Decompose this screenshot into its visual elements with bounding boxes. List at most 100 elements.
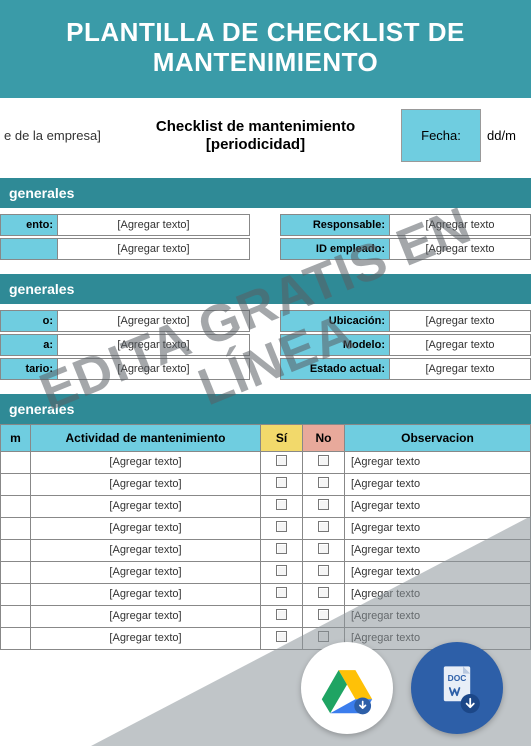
cell-si[interactable] [261,627,303,649]
cell-activity[interactable]: [Agregar texto] [31,495,261,517]
checkbox-icon[interactable] [276,477,287,488]
cell-no[interactable] [303,473,345,495]
cell-activity[interactable]: [Agregar texto] [31,627,261,649]
cell-no[interactable] [303,583,345,605]
cell-activity[interactable]: [Agregar texto] [31,451,261,473]
drive-icon [319,660,375,716]
cell-obs[interactable]: [Agregar texto [345,517,531,539]
checkbox-icon[interactable] [318,587,329,598]
field-label: a: [0,334,58,356]
checkbox-icon[interactable] [318,455,329,466]
cell-si[interactable] [261,473,303,495]
field-row: Estado actual: [Agregar texto [280,358,531,380]
cell-activity[interactable]: [Agregar texto] [31,583,261,605]
cell-item [1,539,31,561]
cell-activity[interactable]: [Agregar texto] [31,539,261,561]
doc-icon: DOC [427,658,487,718]
cell-item [1,495,31,517]
field-label: Responsable: [280,214,390,236]
field-label: tario: [0,358,58,380]
cell-si[interactable] [261,583,303,605]
checklist-table: m Actividad de mantenimiento Sí No Obser… [0,424,531,650]
cell-no[interactable] [303,605,345,627]
cell-item [1,473,31,495]
cell-si[interactable] [261,495,303,517]
cell-si[interactable] [261,517,303,539]
cell-si[interactable] [261,539,303,561]
cell-item [1,605,31,627]
cell-obs[interactable]: [Agregar texto [345,451,531,473]
checkbox-icon[interactable] [318,543,329,554]
table-row: [Agregar texto] [Agregar texto [1,539,531,561]
table-row: [Agregar texto] [Agregar texto [1,517,531,539]
checkbox-icon[interactable] [276,565,287,576]
col-si-header: Sí [261,424,303,451]
field-value[interactable]: [Agregar texto [390,238,531,260]
checkbox-icon[interactable] [276,631,287,642]
field-value[interactable]: [Agregar texto] [58,310,250,332]
fecha-label: Fecha: [401,109,481,162]
field-label: ento: [0,214,58,236]
checkbox-icon[interactable] [318,565,329,576]
word-doc-download-icon[interactable]: DOC [411,642,503,734]
cell-activity[interactable]: [Agregar texto] [31,517,261,539]
field-label: ID empleado: [280,238,390,260]
field-value[interactable]: [Agregar texto] [58,214,250,236]
cell-obs[interactable]: [Agregar texto [345,583,531,605]
checkbox-icon[interactable] [318,477,329,488]
google-drive-download-icon[interactable] [301,642,393,734]
field-value[interactable]: [Agregar texto [390,214,531,236]
cell-si[interactable] [261,605,303,627]
field-label: o: [0,310,58,332]
table-row: [Agregar texto] [Agregar texto [1,451,531,473]
section3-heading: generales [0,394,531,424]
cell-item [1,517,31,539]
cell-obs[interactable]: [Agregar texto [345,605,531,627]
cell-item [1,627,31,649]
cell-no[interactable] [303,451,345,473]
cell-obs[interactable]: [Agregar texto [345,473,531,495]
checkbox-icon[interactable] [276,455,287,466]
cell-no[interactable] [303,561,345,583]
field-value[interactable]: [Agregar texto [390,334,531,356]
table-row: [Agregar texto] [Agregar texto [1,561,531,583]
field-value[interactable]: [Agregar texto] [58,334,250,356]
field-label: Modelo: [280,334,390,356]
field-row: ento: [Agregar texto] [0,214,250,236]
checkbox-icon[interactable] [318,609,329,620]
cell-no[interactable] [303,495,345,517]
cell-no[interactable] [303,517,345,539]
checkbox-icon[interactable] [276,521,287,532]
cell-si[interactable] [261,561,303,583]
field-row: Responsable: [Agregar texto [280,214,531,236]
svg-text:DOC: DOC [448,673,467,683]
cell-no[interactable] [303,539,345,561]
checkbox-icon[interactable] [276,587,287,598]
col-item-header: m [1,424,31,451]
checkbox-icon[interactable] [276,543,287,554]
checkbox-icon[interactable] [276,609,287,620]
section2-heading: generales [0,274,531,304]
field-value[interactable]: [Agregar texto [390,310,531,332]
checkbox-icon[interactable] [318,631,329,642]
cell-obs[interactable]: [Agregar texto [345,561,531,583]
company-placeholder: e de la empresa] [0,128,110,143]
cell-item [1,451,31,473]
download-icons: DOC [301,642,503,734]
doc-title: Checklist de mantenimiento [periodicidad… [110,118,401,154]
cell-activity[interactable]: [Agregar texto] [31,561,261,583]
checkbox-icon[interactable] [276,499,287,510]
field-value[interactable]: [Agregar texto [390,358,531,380]
cell-si[interactable] [261,451,303,473]
cell-activity[interactable]: [Agregar texto] [31,473,261,495]
cell-obs[interactable]: [Agregar texto [345,539,531,561]
cell-item [1,561,31,583]
checkbox-icon[interactable] [318,499,329,510]
field-value[interactable]: [Agregar texto] [58,358,250,380]
checkbox-icon[interactable] [318,521,329,532]
cell-activity[interactable]: [Agregar texto] [31,605,261,627]
fecha-value: dd/m [481,128,531,143]
table-row: [Agregar texto] [Agregar texto [1,495,531,517]
cell-obs[interactable]: [Agregar texto [345,495,531,517]
field-value[interactable]: [Agregar texto] [58,238,250,260]
